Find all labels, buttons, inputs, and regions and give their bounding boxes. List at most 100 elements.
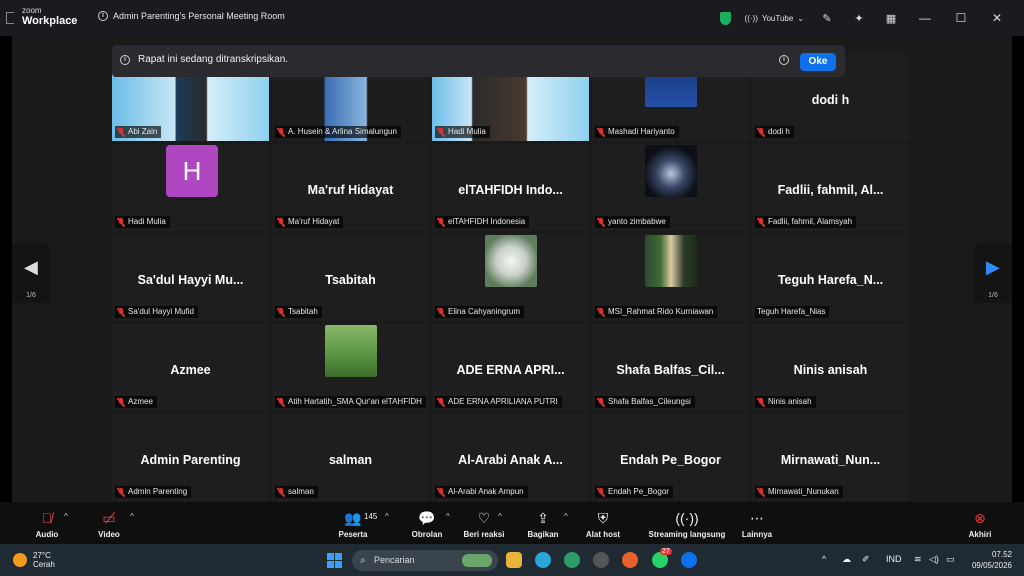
participant-name-tag: Atih Hartatih_SMA Qur'an elTAHFIDH [275,396,426,408]
participant-tile[interactable]: Azmee Azmee [112,324,269,411]
participant-tile[interactable]: yanto zimbabwe [592,144,749,231]
prev-page-button[interactable]: ◀ 1/6 [12,243,50,303]
youtube-live-button[interactable]: ((·)) YouTube ⌄ [745,14,804,23]
zoom-logo: zoom Workplace [22,7,77,27]
mic-muted-icon [117,217,125,227]
participants-chevron-icon[interactable]: ^ [385,512,389,521]
mic-muted-icon [757,397,765,407]
participant-tile[interactable]: Ma'ruf Hidayat Ma'ruf Hidayat [272,144,429,231]
mic-muted-icon [757,487,765,497]
edge-icon[interactable] [564,552,580,568]
mic-muted-icon [117,397,125,407]
info-icon[interactable]: i [779,55,789,65]
more-button[interactable]: ⋯ Lainnya [740,508,774,539]
obs-icon[interactable] [593,552,609,568]
participant-tile[interactable]: H Hadi Mulia [112,144,269,231]
chat-button[interactable]: 💬 Obrolan [410,508,444,539]
participant-name: Fadlii, fahmil, Alamsyah [768,217,853,226]
chevron-up-icon[interactable]: ^ [822,554,826,564]
mic-muted-icon [597,217,605,227]
pencil-icon[interactable]: ✎ [818,9,836,27]
participant-tile[interactable]: Mirnawati_Nun... Mirnawati_Nunukan [752,414,909,501]
mic-muted-icon [757,127,765,137]
participant-tile[interactable]: Sa'dul Hayyi Mu... Sa'dul Hayyi Mufid [112,234,269,321]
participant-name: Al-Arabi Anak Ampun [448,487,524,496]
minimize-icon[interactable]: — [914,11,936,25]
video-label: Video [98,530,120,539]
participant-tile[interactable]: MSI_Rahmat Rido Kurniawan [592,234,749,321]
zoom-app-icon[interactable] [681,552,697,568]
windows-start-icon[interactable] [327,553,342,568]
ok-button[interactable]: Oke [800,53,836,71]
react-label: Beri reaksi [463,530,505,539]
video-options-chevron-icon[interactable]: ^ [130,512,134,521]
taskbar-search[interactable]: ⌕ Pencarian [352,550,498,571]
host-tools-button[interactable]: ⛨ Alat host [584,508,622,539]
chat-chevron-icon[interactable]: ^ [446,512,450,521]
participant-tile[interactable]: Admin Parenting Admin Parenting [112,414,269,501]
participants-count: 145 [364,512,378,521]
more-label: Lainnya [741,530,773,539]
sparkle-icon[interactable]: ✦ [850,9,868,27]
participant-tile[interactable]: Atih Hartatih_SMA Qur'an elTAHFIDH [272,324,429,411]
video-off-icon: ▭̸ [102,510,116,526]
participant-tile[interactable]: Endah Pe_Bogor Endah Pe_Bogor [592,414,749,501]
participant-name: Mashadi Hariyanto [608,127,675,136]
participant-name: salman [288,487,314,496]
participant-tile[interactable]: Tsabitah Tsabitah [272,234,429,321]
participant-display-name: Admin Parenting [140,453,241,467]
grid-icon[interactable]: ▦ [882,9,900,27]
banner-message: Rapat ini sedang ditranskripsikan. [138,54,289,65]
battery-icon[interactable]: ▭ [946,554,955,565]
audio-options-chevron-icon[interactable]: ^ [64,512,68,521]
participant-tile[interactable]: Elina Cahyaningrum [432,234,589,321]
audio-button[interactable]: 🎙̸ Audio [34,508,60,539]
onedrive-icon[interactable]: ☁ [842,554,851,565]
share-screen-icon: ⇪ [537,510,549,526]
mic-muted-icon [597,397,605,407]
firefox-icon[interactable] [622,552,638,568]
next-page-button[interactable]: ▶ 1/6 [974,243,1012,303]
copilot-icon[interactable] [535,552,551,568]
participant-name-tag: A. Husein & Arlina Simalungun [275,126,401,138]
language-indicator[interactable]: IND [886,554,902,564]
end-meeting-button[interactable]: ⊗ Akhiri [966,508,994,539]
chat-label: Obrolan [411,530,443,539]
mic-muted-icon [757,217,765,227]
participant-name: MSI_Rahmat Rido Kurniawan [608,307,714,316]
window-edge [6,12,14,24]
participant-tile[interactable]: elTAHFIDH Indo... elTAHFIDH Indonesia [432,144,589,231]
participant-tile[interactable]: salman salman [272,414,429,501]
next-page-indicator: 1/6 [988,292,998,299]
volume-icon[interactable]: ◁) [929,554,939,565]
participant-name-tag: elTAHFIDH Indonesia [435,216,530,228]
share-chevron-icon[interactable]: ^ [564,512,568,521]
meeting-toolbar: 🎙̸ Audio ^ ▭̸ Video ^ 👥 Peserta 145 ^ 💬 … [0,502,1024,544]
shield-icon[interactable] [719,11,731,25]
participant-tile[interactable]: Fadlii, fahmil, Al... Fadlii, fahmil, Ala… [752,144,909,231]
participant-tile[interactable]: Al-Arabi Anak A... Al-Arabi Anak Ampun [432,414,589,501]
share-label: Bagikan [527,530,559,539]
live-streaming-button[interactable]: ((·)) Streaming langsung [648,508,726,539]
clock[interactable]: 07.52 09/05/2026 [972,549,1012,571]
react-chevron-icon[interactable]: ^ [498,512,502,521]
wifi-icon[interactable]: ≋ [914,554,922,565]
close-icon[interactable]: ✕ [986,11,1008,25]
participant-tile[interactable]: Ninis anisah Ninis anisah [752,324,909,411]
live-stream-icon: ((·)) [675,510,699,526]
pen-icon[interactable]: ✐ [862,554,870,565]
participant-tile[interactable]: Teguh Harefa_N... Teguh Harefa_Nias [752,234,909,321]
participant-name: ADE ERNA APRILIANA PUTRI [448,397,558,406]
live-streaming-label: Streaming langsung [648,530,726,539]
video-button[interactable]: ▭̸ Video [96,508,122,539]
mic-muted-icon [277,487,285,497]
mic-muted-icon [277,217,285,227]
share-button[interactable]: ⇪ Bagikan [526,508,560,539]
weather-widget[interactable]: 27°C Cerah [13,551,55,569]
participant-tile[interactable]: ADE ERNA APRI... ADE ERNA APRILIANA PUTRI [432,324,589,411]
meeting-info[interactable]: i Admin Parenting's Personal Meeting Roo… [98,11,285,21]
participant-tile[interactable]: Shafa Balfas_Cil... Shafa Balfas_Cileungs… [592,324,749,411]
maximize-icon[interactable]: ☐ [950,11,972,25]
mic-muted-icon [437,127,445,137]
file-explorer-icon[interactable] [506,552,522,568]
